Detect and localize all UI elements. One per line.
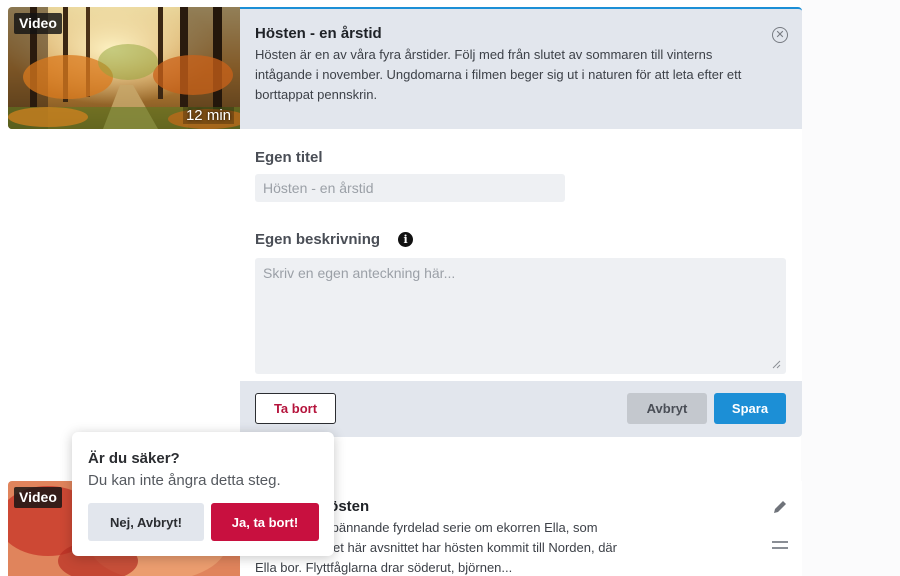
resize-handle-icon[interactable] [771, 359, 781, 369]
cancel-button[interactable]: Avbryt [627, 393, 707, 424]
custom-description-label-text: Egen beskrivning [255, 231, 381, 248]
drag-handle-icon[interactable] [772, 541, 788, 553]
custom-description-textarea[interactable] [255, 258, 786, 374]
media-title: Hösten - en årstid [255, 25, 382, 42]
media-info-header: Hösten - en årstid Hösten är en av våra … [240, 7, 802, 129]
video-thumbnail[interactable]: Video 12 min [8, 7, 240, 129]
media-description-line: Ella bor. Flyttfåglarna drar söderut, bj… [255, 560, 513, 575]
confirm-cancel-button[interactable]: Nej, Avbryt! [88, 503, 204, 541]
delete-button[interactable]: Ta bort [255, 393, 336, 424]
custom-title-label-text: Egen titel [255, 149, 323, 166]
custom-title-input[interactable] [255, 174, 565, 202]
close-circle-icon[interactable]: ✕ [772, 27, 788, 43]
confirm-title: Är du säker? [88, 450, 180, 467]
confirm-subtitle: Du kan inte ångra detta steg. [88, 472, 281, 489]
page: Video 12 min Hösten - en årstid Hösten ä… [0, 0, 900, 576]
info-icon[interactable]: i [398, 232, 414, 247]
custom-title-label: Egen titel [255, 149, 787, 166]
confirm-delete-button[interactable]: Ja, ta bort! [211, 503, 319, 541]
video-badge: Video [14, 13, 62, 34]
edit-form: Egen titel Egen beskrivning i [240, 129, 802, 381]
media-card-expanded: Video 12 min Hösten - en årstid Hösten ä… [8, 7, 802, 437]
pencil-icon[interactable] [772, 499, 788, 515]
media-description: Hösten är en av våra fyra årstider. Följ… [255, 47, 742, 102]
custom-description-label: Egen beskrivning i [255, 231, 787, 248]
edit-form-footer: Ta bort Avbryt Spara [240, 381, 802, 437]
save-button[interactable]: Spara [714, 393, 786, 424]
confirm-delete-popover: Är du säker? Du kan inte ångra detta ste… [72, 432, 334, 556]
page-margin [801, 0, 900, 576]
video-badge: Video [14, 487, 62, 508]
duration-label: 12 min [182, 107, 234, 124]
